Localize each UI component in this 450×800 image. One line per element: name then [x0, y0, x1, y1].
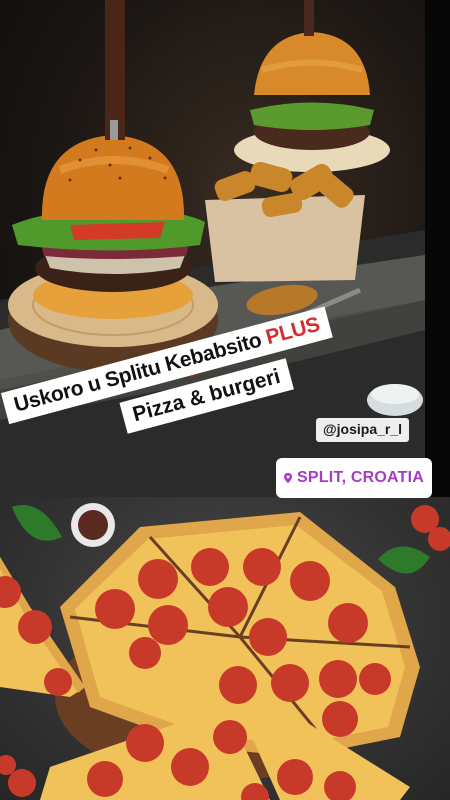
location-sticker[interactable]: SPLIT, CROATIA	[276, 458, 432, 498]
mention-sticker[interactable]: @josipa_r_l	[316, 418, 410, 442]
location-label: SPLIT, CROATIA	[297, 469, 424, 486]
instagram-story: Uskoro u Splitu Kebabsito PLUS Pizza & b…	[0, 0, 450, 800]
location-pin-icon	[284, 472, 293, 484]
pizza-photo	[0, 497, 450, 800]
pizza-photo-art	[0, 503, 450, 800]
headline-accent: PLUS	[263, 312, 323, 350]
